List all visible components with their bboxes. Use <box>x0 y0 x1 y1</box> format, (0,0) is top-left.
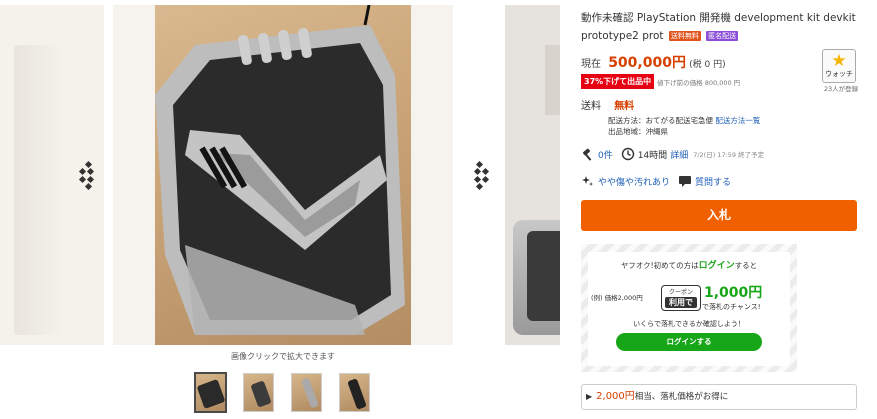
promo-headline-pre: ヤフオク!初めての方は <box>620 261 699 270</box>
caret-right-icon: ▶ <box>586 392 593 401</box>
price-range-toggle[interactable]: ▶ 2,000円相当、落札価格がお得に <box>581 384 857 410</box>
shipping-value: 無料 <box>614 101 635 112</box>
promo-amount: 1,000円 <box>704 285 763 301</box>
ask-question-link[interactable]: 質問する <box>695 175 731 188</box>
item-title: 動作未確認 PlayStation 開発機 development kit de… <box>581 9 861 45</box>
anonymous-shipping-badge: 匿名配送 <box>706 31 739 41</box>
main-image[interactable] <box>113 5 453 345</box>
thumbnail[interactable] <box>243 373 274 412</box>
shipping-method: 配送方法：おてがる配送宅急便 <box>608 116 713 125</box>
thumbnail[interactable] <box>194 372 227 413</box>
previous-image-shape <box>14 45 62 335</box>
shipping-methods-link[interactable]: 配送方法一覧 <box>715 116 760 125</box>
watch-count: 23人が登録 <box>823 85 859 93</box>
sparkle-icon <box>582 176 593 186</box>
promo-subtext: いくらで落札できるか確認しよう！ <box>633 320 745 328</box>
shipping-label: 送料 <box>581 101 601 112</box>
time-left: 14時間 <box>637 150 668 161</box>
promo-coupon-row: (例) 価格2,000円 クーポン 利用で 1,000円 で落札のチャンス! <box>586 282 792 312</box>
promo-chance: で落札のチャンス! <box>702 303 761 311</box>
clock-icon <box>621 147 634 161</box>
time-detail-link[interactable]: 詳細 <box>670 148 688 161</box>
promo-headline-login: ログイン <box>698 261 735 271</box>
login-promo-banner: ヤフオク!初めての方はログインすると (例) 価格2,000円 クーポン 利用で… <box>581 244 797 372</box>
thumbnail-strip <box>194 372 370 413</box>
thumbnail[interactable] <box>291 373 322 412</box>
promo-headline-post: すると <box>734 261 758 270</box>
next-image-device-body <box>527 231 560 321</box>
auction-stats: 0件 14時間 詳細 7/2(日) 17:59 終了予定 <box>581 147 764 161</box>
watch-label: ウォッチ <box>825 70 853 78</box>
discount-row: 37%下げて出品中 値下げ前の価格 800,000 円 <box>581 74 740 89</box>
condition-row: やや傷や汚れあり 質問する <box>581 174 731 188</box>
free-shipping-badge: 送料無料 <box>668 31 701 41</box>
coupon-top-text: クーポン <box>668 289 693 296</box>
discount-badge: 37%下げて出品中 <box>581 74 655 89</box>
bid-count[interactable]: 0件 <box>598 148 613 161</box>
login-button[interactable]: ログインする <box>616 333 762 351</box>
current-price-row: 現在 500,000円 (税 0 円) <box>581 52 726 72</box>
item-condition[interactable]: やや傷や汚れあり <box>598 175 670 188</box>
watch-button[interactable]: ★ ウォッチ <box>822 49 856 83</box>
range-amount: 2,000円 <box>596 391 635 402</box>
coupon-bottom-text: 利用で <box>665 297 697 308</box>
tax-note: (税 0 円) <box>689 60 726 70</box>
end-time: 7/2(日) 17:59 終了予定 <box>693 151 765 159</box>
shipping-origin: 出品地域：沖縄県 <box>608 127 668 136</box>
bid-button[interactable]: 入札 <box>581 200 857 231</box>
star-icon: ★ <box>831 51 847 71</box>
range-text: 相当、落札価格がお得に <box>634 392 729 402</box>
current-price: 500,000円 <box>608 55 686 71</box>
devkit-photo <box>155 5 411 345</box>
promo-headline: ヤフオク!初めての方はログインすると <box>581 258 797 271</box>
image-gallery: 画像クリックで拡大できます <box>0 0 560 419</box>
chat-bubble-icon <box>679 176 692 187</box>
carousel-prev-icon[interactable] <box>76 160 98 190</box>
devkit-illustration <box>155 5 405 335</box>
price-label: 現在 <box>581 59 601 70</box>
shipping-row: 送料 無料 <box>581 97 634 112</box>
gavel-icon <box>582 148 592 161</box>
shipping-detail: 配送方法：おてがる配送宅急便 配送方法一覧 出品地域：沖縄県 <box>608 115 760 137</box>
zoom-caption: 画像クリックで拡大できます <box>231 352 335 361</box>
coupon-icon: クーポン 利用で <box>661 285 701 311</box>
next-image-slide[interactable] <box>505 5 560 345</box>
next-image-shape <box>545 45 560 115</box>
thumbnail[interactable] <box>339 373 370 412</box>
promo-example-note: (例) 価格2,000円 <box>591 294 643 302</box>
carousel-next-icon[interactable] <box>470 160 492 190</box>
original-price: 値下げ前の価格 800,000 円 <box>657 78 741 87</box>
